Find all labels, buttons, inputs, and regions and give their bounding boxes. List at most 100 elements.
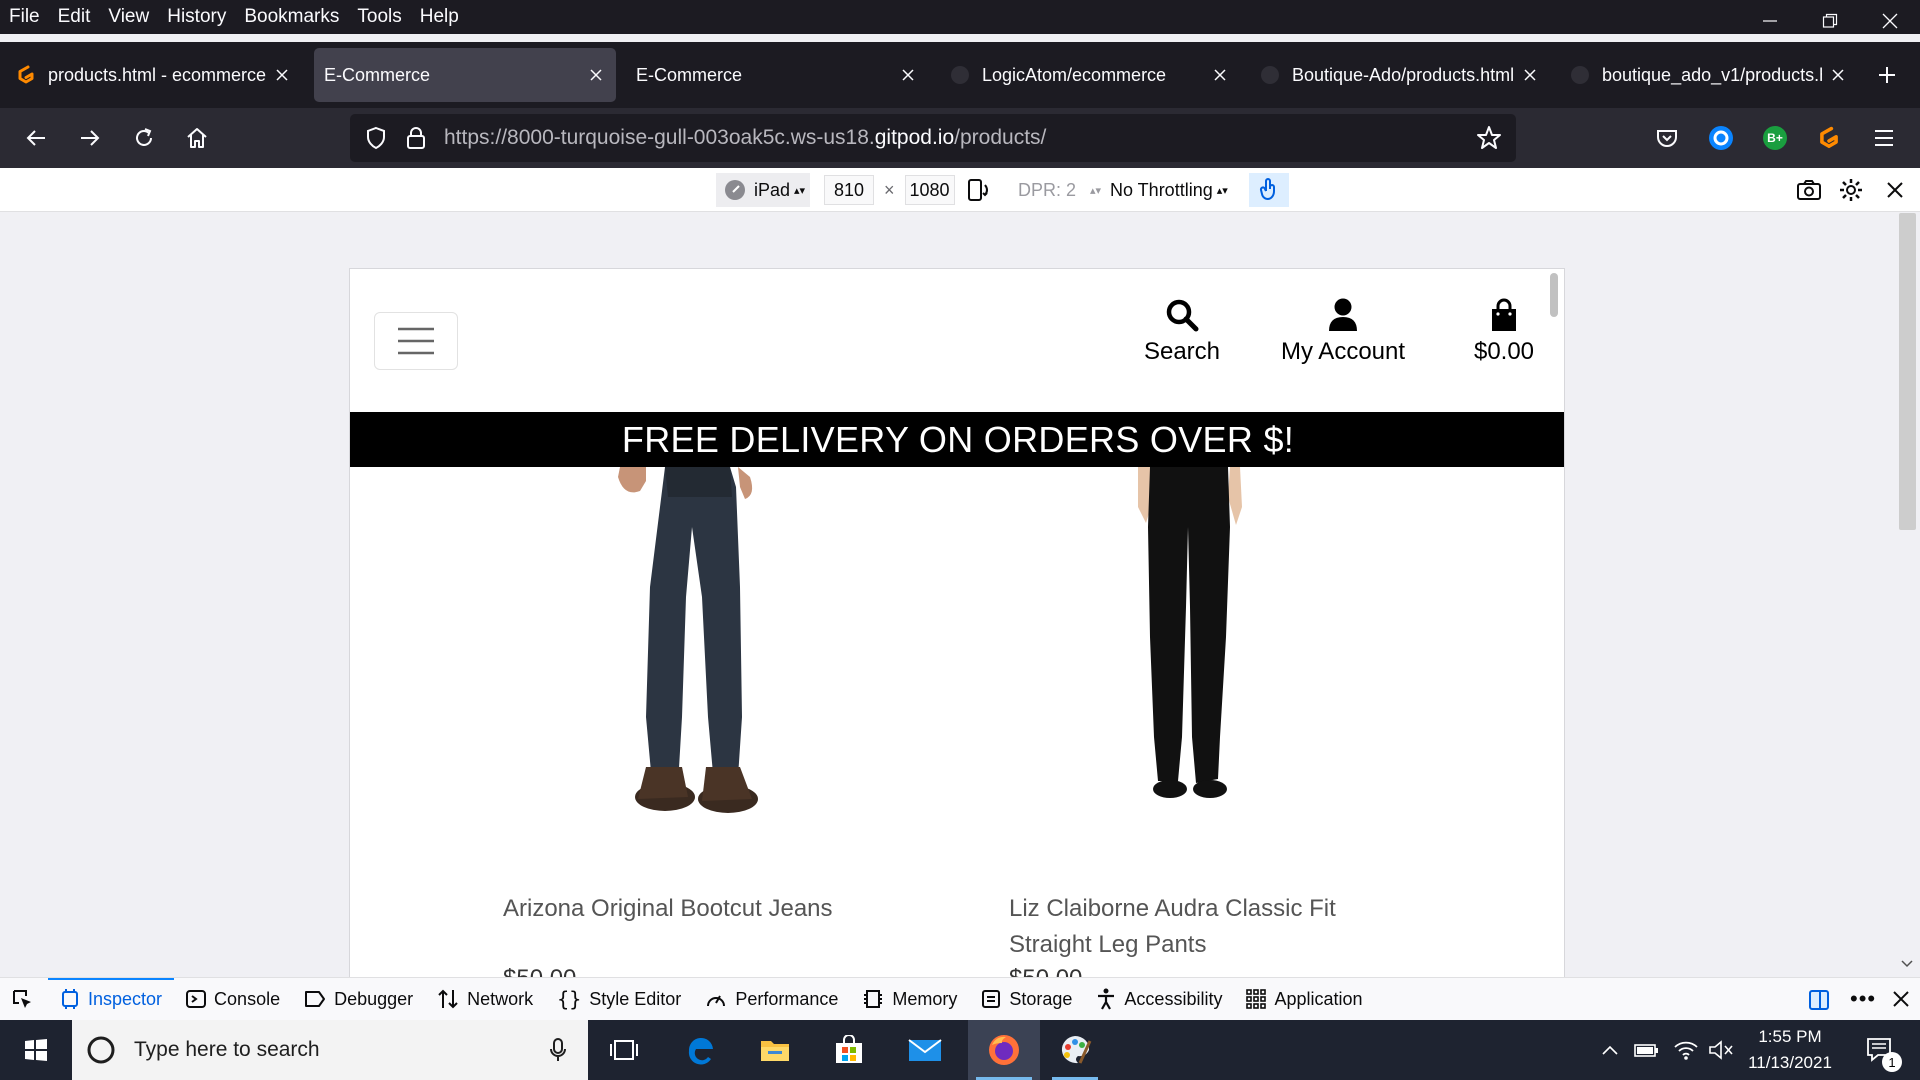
viewport-scrollbar[interactable]	[1895, 213, 1920, 977]
github-icon	[1568, 63, 1592, 87]
tab-boutique-ado[interactable]: Boutique-Ado/products.html	[1248, 48, 1550, 102]
hamburger-menu-button[interactable]	[1866, 120, 1902, 156]
tab-label: Debugger	[334, 988, 414, 1009]
taskbar-clock[interactable]: 1:55 PM 11/13/2021	[1740, 1024, 1840, 1076]
lock-icon[interactable]	[406, 126, 426, 150]
devtools-tab-storage[interactable]: Storage	[969, 978, 1084, 1021]
close-icon[interactable]	[898, 65, 918, 85]
start-button[interactable]	[0, 1020, 72, 1080]
close-icon[interactable]	[272, 65, 292, 85]
devtools-tab-performance[interactable]: Performance	[693, 978, 850, 1021]
dpr-value: DPR: 2	[1018, 179, 1077, 200]
bplus-icon[interactable]: B+	[1757, 120, 1793, 156]
devtools-tab-application[interactable]: Application	[1234, 978, 1374, 1021]
wifi-indicator[interactable]	[1668, 1020, 1704, 1080]
mail-taskbar-button[interactable]	[896, 1020, 954, 1080]
close-devtools-button[interactable]	[1892, 990, 1910, 1013]
close-rdm-button[interactable]	[1886, 173, 1904, 207]
show-hidden-icons-button[interactable]	[1596, 1020, 1624, 1080]
tab-boutique-ado-v1[interactable]: boutique_ado_v1/products.html	[1558, 48, 1858, 102]
window-controls	[1740, 0, 1920, 42]
more-options-icon[interactable]: •••	[1850, 986, 1876, 1012]
product-name[interactable]: Arizona Original Bootcut Jeans	[503, 891, 883, 927]
devtools-tab-network[interactable]: Network	[425, 978, 545, 1021]
microphone-icon[interactable]	[550, 1038, 566, 1062]
close-window-button[interactable]	[1860, 0, 1920, 42]
shield-icon[interactable]	[364, 126, 388, 150]
product-image-pants[interactable]	[1070, 467, 1510, 947]
menu-help[interactable]: Help	[411, 6, 468, 28]
task-view-button[interactable]	[600, 1020, 648, 1080]
minimize-button[interactable]	[1740, 0, 1800, 42]
close-icon[interactable]	[1520, 65, 1540, 85]
product-name[interactable]: Liz Claiborne Audra Classic Fit Straight…	[1009, 891, 1389, 963]
page-scrollbar-thumb[interactable]	[1550, 273, 1558, 317]
back-button[interactable]	[18, 120, 54, 156]
my-account-link[interactable]: My Account	[1263, 292, 1423, 366]
devtools-tab-memory[interactable]: Memory	[850, 978, 969, 1021]
firefox-taskbar-button[interactable]	[968, 1020, 1040, 1080]
menu-history[interactable]: History	[158, 6, 235, 28]
devtools-tab-accessibility[interactable]: Accessibility	[1084, 978, 1234, 1021]
menu-bookmarks[interactable]: Bookmarks	[235, 6, 348, 28]
close-icon[interactable]	[1828, 65, 1848, 85]
pocket-icon[interactable]	[1649, 120, 1685, 156]
scrollbar-thumb[interactable]	[1899, 213, 1916, 530]
scroll-down-icon[interactable]	[1901, 955, 1913, 973]
volume-indicator[interactable]	[1704, 1020, 1738, 1080]
viewport-width-input[interactable]	[824, 175, 874, 205]
forward-button[interactable]	[72, 120, 108, 156]
rdm-settings-button[interactable]	[1839, 173, 1863, 207]
notification-count-badge: 1	[1882, 1052, 1902, 1072]
shopping-bag-icon	[1489, 292, 1519, 332]
menu-file[interactable]: File	[0, 6, 49, 28]
device-selector[interactable]: iPad ▴▾	[716, 173, 810, 207]
navbar-toggler-button[interactable]	[374, 312, 458, 370]
bookmark-star-icon[interactable]	[1476, 125, 1502, 151]
product-price: $50.00	[1009, 965, 1082, 977]
url-bar[interactable]: https://8000-turquoise-gull-003oak5c.ws-…	[350, 114, 1516, 162]
devtools-tab-style-editor[interactable]: {} Style Editor	[545, 978, 693, 1021]
grammarly-icon[interactable]	[1703, 120, 1739, 156]
paint-taskbar-button[interactable]	[1044, 1020, 1106, 1080]
rotate-button[interactable]	[966, 173, 992, 207]
menu-view[interactable]: View	[99, 6, 158, 28]
restore-button[interactable]	[1800, 0, 1860, 42]
screenshot-button[interactable]	[1796, 173, 1822, 207]
home-button[interactable]	[179, 120, 215, 156]
viewport-height-input[interactable]	[904, 175, 955, 205]
dock-side-button[interactable]	[1808, 989, 1830, 1016]
reload-icon	[136, 128, 152, 146]
battery-indicator[interactable]	[1628, 1020, 1664, 1080]
tab-ecommerce-active[interactable]: E-Commerce	[314, 48, 616, 102]
reload-button[interactable]	[126, 120, 162, 156]
store-icon	[836, 1035, 862, 1063]
dock-icon	[1809, 990, 1829, 1010]
element-picker-icon	[13, 990, 31, 1008]
action-center-button[interactable]: 1	[1852, 1020, 1908, 1080]
touch-simulation-button[interactable]	[1249, 173, 1289, 207]
menu-edit[interactable]: Edit	[49, 6, 100, 28]
shopping-bag-link[interactable]: $0.00	[1454, 292, 1554, 366]
tab-products-html[interactable]: products.html - ecommerce	[4, 48, 302, 102]
throttling-selector[interactable]: No Throttling ▴▾	[1110, 173, 1228, 207]
dpr-selector[interactable]: DPR: 2 ▴▾	[1018, 173, 1101, 207]
product-image-jeans[interactable]	[590, 467, 1030, 947]
devtools-tab-debugger[interactable]: Debugger	[292, 978, 425, 1021]
taskbar-search-box[interactable]: Type here to search	[72, 1020, 588, 1080]
devtools-tab-inspector[interactable]: Inspector	[48, 977, 175, 1021]
gitpod-extension-icon[interactable]	[1811, 120, 1847, 156]
tab-ecommerce[interactable]: E-Commerce	[626, 48, 928, 102]
devtools-tab-console[interactable]: Console	[174, 978, 292, 1021]
search-link[interactable]: Search	[1127, 292, 1237, 366]
element-picker-button[interactable]	[0, 978, 48, 1021]
edge-taskbar-button[interactable]	[672, 1020, 730, 1080]
new-tab-button[interactable]	[1872, 60, 1902, 90]
close-icon[interactable]	[1210, 65, 1230, 85]
close-icon[interactable]	[586, 65, 606, 85]
close-icon	[1893, 991, 1909, 1007]
menu-tools[interactable]: Tools	[348, 6, 410, 28]
tab-logicatom[interactable]: LogicAtom/ecommerce	[938, 48, 1240, 102]
file-explorer-taskbar-button[interactable]	[746, 1020, 804, 1080]
store-taskbar-button[interactable]	[820, 1020, 878, 1080]
